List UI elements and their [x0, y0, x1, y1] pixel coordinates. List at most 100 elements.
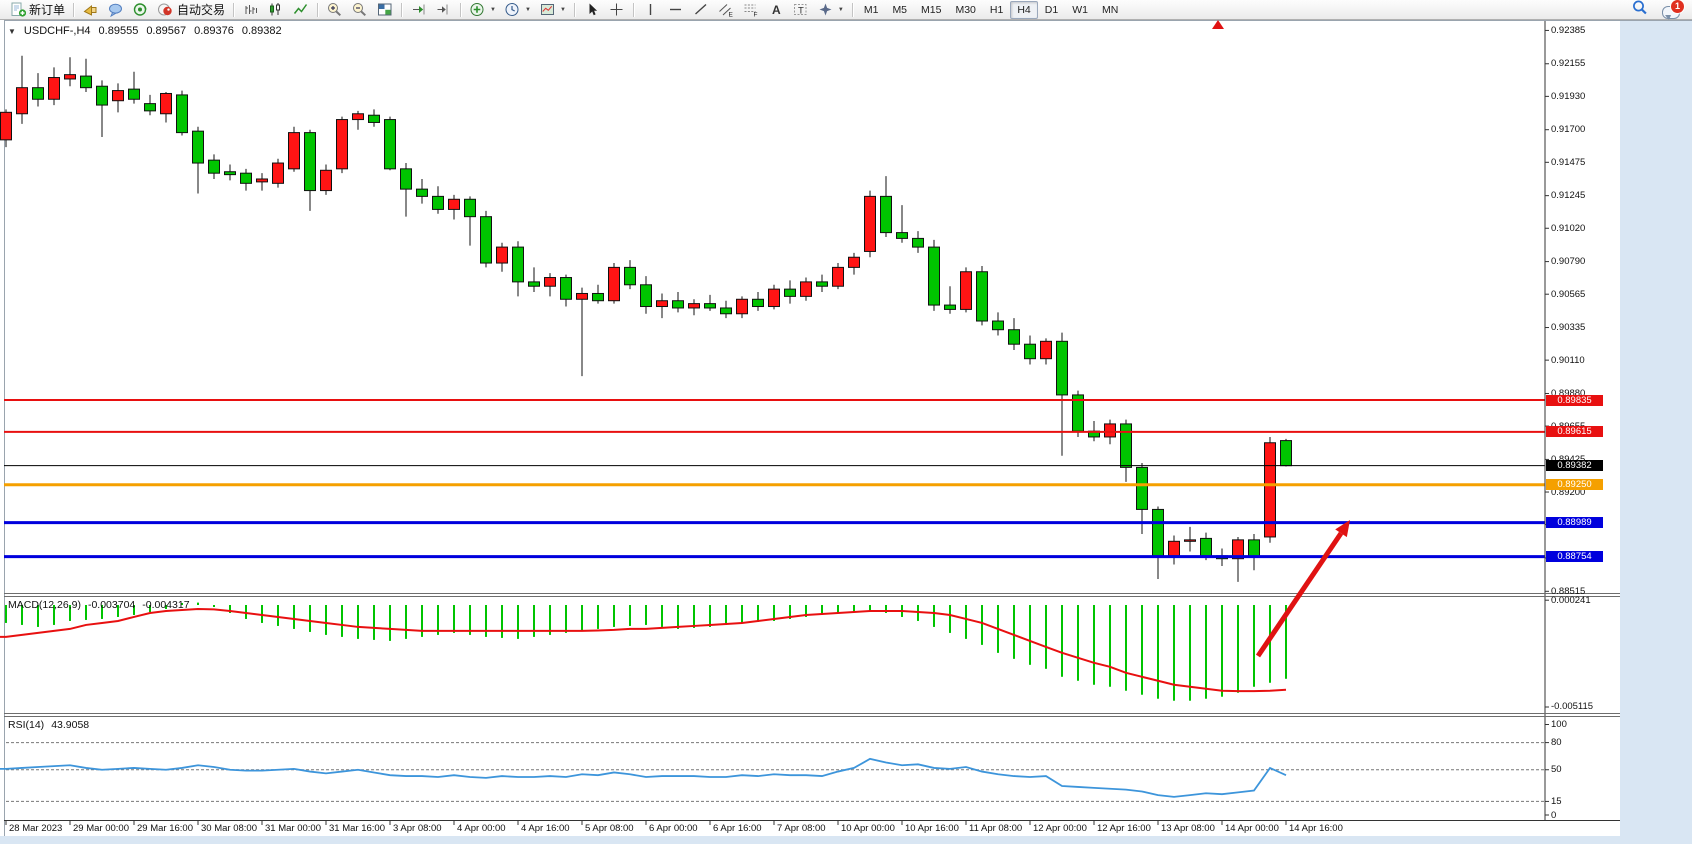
- hline-glyph: [667, 2, 684, 17]
- zoom-in-button[interactable]: [322, 1, 347, 18]
- vline-glyph: [642, 2, 659, 17]
- rsi-title: RSI(14): [8, 719, 44, 731]
- timeframe-d1-button[interactable]: D1: [1038, 1, 1065, 19]
- candle-body: [225, 172, 236, 175]
- periods-button[interactable]: ▼: [500, 1, 535, 18]
- line-chart-button[interactable]: [288, 1, 313, 18]
- autoscroll-glyph: [410, 2, 427, 17]
- signal-radar-icon[interactable]: [128, 1, 153, 18]
- text-button[interactable]: A: [763, 1, 788, 18]
- candle-body: [977, 272, 988, 321]
- zoom-out-button[interactable]: [347, 1, 372, 18]
- toolbar-separator: [401, 3, 402, 17]
- timeframe-m15-button[interactable]: M15: [914, 1, 948, 19]
- chat-button[interactable]: 1: [1662, 1, 1684, 19]
- svg-text:A: A: [772, 3, 781, 17]
- candle-body: [1201, 538, 1212, 555]
- cursor-button[interactable]: [579, 1, 604, 18]
- timeframe-mn-button[interactable]: MN: [1095, 1, 1125, 19]
- tile-windows-button[interactable]: [372, 1, 397, 18]
- message-icon[interactable]: [103, 1, 128, 18]
- metatrader-window: 新订单自动交易▼▼▼EFAT▼M1M5M15M30H1H4D1W1MN1 0.9…: [0, 0, 1692, 844]
- candle-body: [833, 267, 844, 286]
- ohlc-close: 0.89382: [242, 25, 282, 37]
- candle-body: [993, 321, 1004, 330]
- candle-body: [257, 179, 268, 182]
- textA-glyph: A: [767, 2, 784, 17]
- candle-body: [417, 189, 428, 196]
- candle-body: [1249, 540, 1260, 557]
- chart-shift-button[interactable]: [431, 1, 456, 18]
- price-axis[interactable]: [1545, 21, 1620, 820]
- timeframe-m1-button[interactable]: M1: [857, 1, 886, 19]
- candle-body: [817, 282, 828, 286]
- timeframe-w1-button[interactable]: W1: [1065, 1, 1095, 19]
- candle-body: [785, 289, 796, 296]
- timeframe-m30-button[interactable]: M30: [948, 1, 982, 19]
- candle-body: [465, 199, 476, 216]
- timeframe-h1-button[interactable]: H1: [983, 1, 1010, 19]
- candle-body: [849, 257, 860, 267]
- text-label-button[interactable]: T: [788, 1, 813, 18]
- svg-text:E: E: [728, 12, 733, 18]
- candle-body: [241, 173, 252, 183]
- labelT-glyph: T: [792, 2, 809, 17]
- dropdown-arrow-icon[interactable]: ▼: [525, 7, 531, 13]
- candlestick-chart-button[interactable]: [263, 1, 288, 18]
- candle-body: [945, 305, 956, 309]
- rsi-value: 43.9058: [51, 719, 89, 731]
- crosshair-button[interactable]: [604, 1, 629, 18]
- candle-body: [1137, 467, 1148, 509]
- horizontal-line-button[interactable]: [663, 1, 688, 18]
- candle-body: [1041, 341, 1052, 358]
- candle-body: [1121, 424, 1132, 467]
- new-order-button[interactable]: 新订单: [5, 1, 69, 18]
- toolbar-separator: [317, 3, 318, 17]
- tiles-glyph: [376, 2, 393, 17]
- bar-chart-button[interactable]: [238, 1, 263, 18]
- dropdown-arrow-icon[interactable]: ▼: [838, 7, 844, 13]
- symbol-dropdown-icon[interactable]: ▼: [8, 27, 16, 36]
- timeframe-m5-button[interactable]: M5: [885, 1, 914, 19]
- indicators-button[interactable]: ▼: [465, 1, 500, 18]
- radar-glyph: [132, 2, 149, 17]
- candle-body: [529, 282, 540, 286]
- candlestick-chart[interactable]: [0, 0, 1692, 844]
- vertical-line-button[interactable]: [638, 1, 663, 18]
- search-button[interactable]: [1631, 0, 1648, 20]
- dropdown-arrow-icon[interactable]: ▼: [490, 7, 496, 13]
- autotrade-glyph: [157, 2, 174, 17]
- candle-body: [81, 76, 92, 88]
- notification-badge: 1: [1671, 0, 1684, 13]
- zoomin-glyph: [326, 2, 343, 17]
- toolbar-right-icons: 1: [1631, 0, 1684, 20]
- timeframe-h4-button[interactable]: H4: [1010, 1, 1037, 19]
- candle-body: [369, 115, 380, 122]
- red-triangle-marker[interactable]: [1212, 20, 1224, 29]
- candle-body: [929, 247, 940, 305]
- macd-label: MACD(12,26,9) -0.003704 -0.004317: [8, 599, 190, 611]
- auto-trading-button[interactable]: 自动交易: [153, 1, 229, 18]
- candle-body: [737, 299, 748, 313]
- linechart-glyph: [292, 2, 309, 17]
- fibonacci-button[interactable]: F: [738, 1, 763, 18]
- candle-body: [721, 308, 732, 314]
- horn-icon[interactable]: [78, 1, 103, 18]
- candle-body: [705, 304, 716, 308]
- auto-scroll-button[interactable]: [406, 1, 431, 18]
- crosshair-glyph: [608, 2, 625, 17]
- trendline-button[interactable]: [688, 1, 713, 18]
- candles-glyph: [267, 2, 284, 17]
- channel-glyph: E: [717, 2, 734, 17]
- candle-body: [609, 267, 620, 300]
- candle-body: [113, 91, 124, 101]
- macd-signal-value: -0.004317: [142, 599, 189, 611]
- time-axis[interactable]: [4, 821, 1620, 836]
- candle-body: [753, 299, 764, 306]
- arrows-shapes-button[interactable]: ▼: [813, 1, 848, 18]
- templates-button[interactable]: ▼: [535, 1, 570, 18]
- equidistant-channel-button[interactable]: E: [713, 1, 738, 18]
- dropdown-arrow-icon[interactable]: ▼: [560, 7, 566, 13]
- candle-body: [129, 89, 140, 99]
- candle-body: [65, 75, 76, 79]
